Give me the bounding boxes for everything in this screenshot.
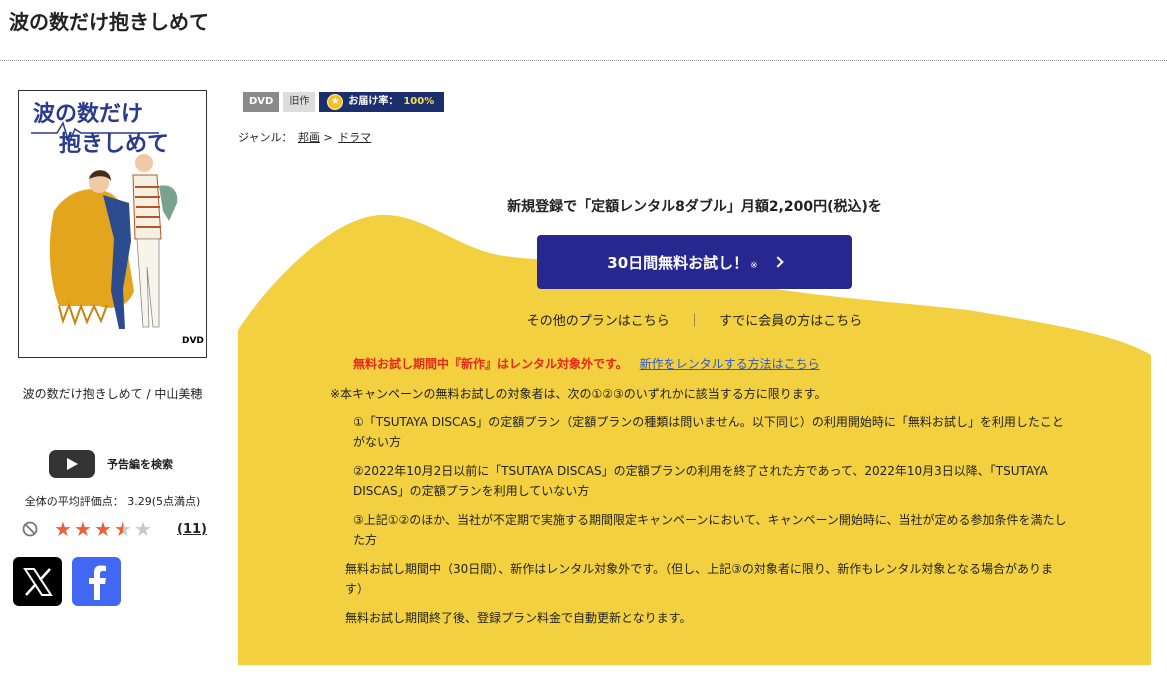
trial-note-auto-renewal: 無料お試し期間終了後、登録プラン料金で自動更新となります。 <box>345 611 692 625</box>
star-icon: ★ <box>54 517 72 541</box>
genre-label: ジャンル： <box>238 131 293 144</box>
jacket-title-line2: 抱きしめて <box>59 131 169 157</box>
old-release-badge: 旧作 <box>283 92 316 112</box>
ban-icon[interactable] <box>22 521 38 537</box>
star-icon: ★ <box>134 517 152 541</box>
delivery-rate-label: お届け率： <box>348 96 399 107</box>
new-release-rental-link[interactable]: 新作をレンタルする方法はこちら <box>640 357 820 371</box>
genre-arrow: > <box>323 131 333 144</box>
star-icon: ★ <box>114 517 132 541</box>
free-trial-label: 30日間無料お試し！ <box>607 253 749 272</box>
plan-links: その他のプランはこちら ｜ すでに会員の方はこちら <box>238 310 1151 329</box>
genre-breadcrumb: ジャンル： 邦画 > ドラマ <box>238 129 371 145</box>
star-icon: ★ <box>94 517 112 541</box>
trailer-search-label: 予告編を検索 <box>107 458 173 471</box>
delivery-rate-value: 100% <box>403 96 435 107</box>
product-name: 波の数だけ抱きしめて / 中山美穂 <box>22 387 203 401</box>
warning-text: 無料お試し期間中『新作』はレンタル対象外です。 <box>353 357 628 371</box>
rating-row: ★ ★ ★ ★ ★ (11) <box>22 519 212 541</box>
jacket-title-line1: 波の数だけ <box>33 101 143 127</box>
trailer-search-button[interactable]: 予告編を検索 <box>49 450 173 478</box>
genre-link-drama[interactable]: ドラマ <box>338 131 371 144</box>
jacket-artwork: 波の数だけ 抱きしめて DVD <box>19 91 206 357</box>
jacket-dvd-logo: DVD <box>182 336 204 346</box>
campaign-eligibility-notice: ※本キャンペーンの無料お試しの対象者は、次の①②③のいずれかに該当する方に限りま… <box>330 387 827 401</box>
eligibility-condition-1: ①「TSUTAYA DISCAS」の定額プラン（定額プランの種類は問いません。以… <box>353 415 1064 449</box>
review-count-link[interactable]: (11) <box>177 522 207 537</box>
star-rating: ★ ★ ★ ★ ★ <box>53 519 153 539</box>
promo-headline: 新規登録で「定額レンタル8ダブル」月額2,200円(税込)を <box>507 199 882 215</box>
badge-row: DVD 旧作 ★ お届け率： 100% <box>243 92 445 112</box>
facebook-logo-icon <box>88 565 106 600</box>
play-icon <box>49 450 95 478</box>
page-title: 波の数だけ抱きしめて <box>9 10 209 34</box>
link-separator: ｜ <box>687 314 701 329</box>
dvd-jacket-image[interactable]: 波の数だけ 抱きしめて DVD <box>18 90 207 358</box>
x-logo-icon <box>22 567 53 596</box>
title-divider <box>0 60 1167 61</box>
free-trial-button[interactable]: 30日間無料お試し！ ※ <box>537 235 852 289</box>
star-icon: ★ <box>74 517 92 541</box>
genre-link-hougа[interactable]: 邦画 <box>298 131 320 144</box>
eligibility-condition-3: ③上記①②のほか、当社が不定期で実施する期間限定キャンペーンにおいて、キャンペー… <box>353 513 1067 547</box>
new-release-warning: 無料お試し期間中『新作』はレンタル対象外です。 新作をレンタルする方法はこちら <box>353 355 820 372</box>
facebook-share-button[interactable] <box>72 557 121 606</box>
eligibility-condition-2: ②2022年10月2日以前に「TSUTAYA DISCAS」の定額プランの利用を… <box>353 464 1048 498</box>
delivery-rate-badge: ★ お届け率： 100% <box>319 92 445 112</box>
member-login-link[interactable]: すでに会員の方はこちら <box>719 314 862 329</box>
x-share-button[interactable] <box>13 557 62 606</box>
other-plans-link[interactable]: その他のプランはこちら <box>527 314 670 329</box>
free-trial-note-mark: ※ <box>750 261 758 271</box>
trial-note-new-release: 無料お試し期間中（30日間）、新作はレンタル対象外です。（但し、上記③の対象者に… <box>345 562 1053 596</box>
star-coin-icon: ★ <box>327 94 344 110</box>
average-rating-text: 全体の平均評価点： 3.29(5点満点) <box>24 495 201 508</box>
dvd-badge: DVD <box>243 92 280 112</box>
chevron-right-icon <box>772 256 784 268</box>
